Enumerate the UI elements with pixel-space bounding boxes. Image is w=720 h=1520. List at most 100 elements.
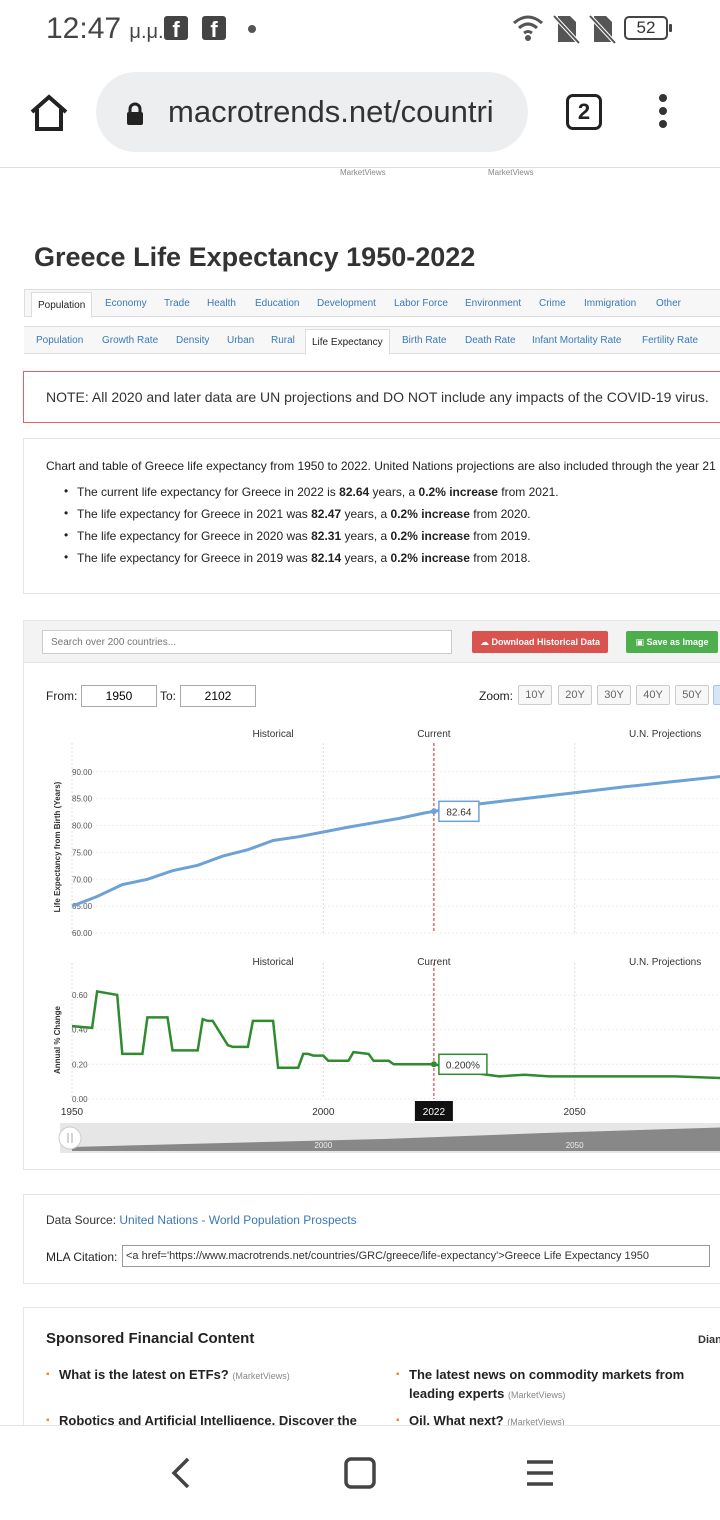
notification-dot-icon [248, 25, 256, 33]
address-bar[interactable]: macrotrends.net/countri [96, 72, 528, 152]
marketviews-label: MarketViews [340, 168, 386, 177]
current-year-label: 2022 [423, 1107, 446, 1118]
subtab-birth-rate[interactable]: Birth Rate [402, 335, 446, 346]
wpp-link[interactable]: World Population Prospects [209, 1213, 357, 1227]
sponsored-link[interactable]: The latest news on commodity markets fro… [396, 1365, 716, 1405]
overflow-menu-icon[interactable] [655, 94, 671, 134]
section-label: Historical [252, 957, 293, 968]
x-tick-label: 2050 [564, 1107, 587, 1118]
y-tick-label: 60.00 [72, 929, 93, 938]
section-label: Current [417, 729, 451, 740]
url-text: macrotrends.net/countri [168, 94, 494, 129]
sponsored-title: Sponsored Financial Content [46, 1330, 255, 1347]
mla-citation-label: MLA Citation: [46, 1250, 118, 1264]
covid-note: NOTE: All 2020 and later data are UN pro… [23, 371, 720, 423]
web-page: MarketViews MarketViews Greece Life Expe… [0, 168, 720, 1425]
y-axis-label: Life Expectancy from Birth (Years) [53, 781, 62, 912]
sponsored-link[interactable]: Robotics and Artificial Intelligence. Di… [46, 1411, 386, 1425]
browser-toolbar: macrotrends.net/countri 2 [0, 58, 720, 168]
tab-labor-force[interactable]: Labor Force [394, 298, 448, 309]
lock-icon [127, 102, 143, 125]
tab-switcher-button[interactable]: 2 [566, 94, 602, 130]
list-item: The life expectancy for Greece in 2019 w… [64, 550, 559, 573]
current-point [430, 808, 437, 815]
y-tick-label: 90.00 [72, 768, 93, 777]
facebook-icon: f [202, 16, 226, 42]
page-title: Greece Life Expectancy 1950-2022 [34, 242, 476, 272]
subtab-urban[interactable]: Urban [227, 335, 254, 346]
data-source: Data Source: United Nations - World Popu… [46, 1213, 357, 1227]
section-label: Current [417, 957, 451, 968]
subtab-fertility-rate[interactable]: Fertility Rate [642, 335, 698, 346]
facebook-icon: f [164, 16, 188, 42]
life-expectancy-line [71, 775, 720, 908]
x-tick-label: 1950 [61, 1107, 84, 1118]
sponsor-brand: Dian [698, 1334, 720, 1346]
subtab-infant-mortality-rate[interactable]: Infant Mortality Rate [532, 335, 621, 346]
mla-citation-field[interactable]: <a href='https://www.macrotrends.net/cou… [122, 1245, 710, 1267]
y-tick-label: 85.00 [72, 795, 93, 804]
summary-list: The current life expectancy for Greece i… [64, 484, 559, 573]
list-item: The current life expectancy for Greece i… [64, 484, 559, 507]
section-label: U.N. Projections [629, 957, 701, 968]
tab-crime[interactable]: Crime [539, 298, 566, 309]
list-item: The life expectancy for Greece in 2021 w… [64, 506, 559, 529]
subcategory-tabs: Population Growth Rate Density Urban Rur… [24, 326, 720, 355]
subtab-life-expectancy[interactable]: Life Expectancy [305, 329, 390, 355]
status-bar: 12:47 μ.μ. f f 52 [0, 0, 720, 58]
section-label: U.N. Projections [629, 729, 701, 740]
subtab-population[interactable]: Population [36, 335, 83, 346]
status-time: 12:47 μ.μ. [46, 12, 164, 45]
marketviews-label: MarketViews [488, 168, 534, 177]
y-tick-label: 0.20 [72, 1060, 88, 1069]
sponsored-content: Sponsored Financial Content Dian What is… [23, 1307, 720, 1425]
current-point [430, 1061, 437, 1068]
current-value-label: 82.64 [446, 807, 471, 818]
tab-economy[interactable]: Economy [105, 298, 147, 309]
tab-immigration[interactable]: Immigration [584, 298, 636, 309]
navigator-handle-left[interactable] [58, 1126, 82, 1150]
data-source-box: Data Source: United Nations - World Popu… [23, 1194, 720, 1284]
section-label: Historical [252, 729, 293, 740]
navigator-label: 2050 [566, 1141, 584, 1150]
no-sim-icon [552, 14, 580, 44]
tab-environment[interactable]: Environment [465, 298, 521, 309]
annual-change-line [71, 989, 720, 1080]
chart-panel: ☁ Download Historical Data ▣ Save as Ima… [23, 620, 720, 1170]
subtab-density[interactable]: Density [176, 335, 209, 346]
summary-intro: Chart and table of Greece life expectanc… [46, 459, 716, 473]
tab-education[interactable]: Education [255, 298, 299, 309]
tab-other[interactable]: Other [656, 298, 681, 309]
back-icon[interactable] [168, 1456, 194, 1490]
y-axis-label: Annual % Change [53, 1005, 62, 1074]
tab-development[interactable]: Development [317, 298, 376, 309]
home-nav-icon[interactable] [343, 1456, 377, 1490]
y-tick-label: 0.60 [72, 991, 88, 1000]
life-expectancy-chart[interactable]: Historical Current U.N. Projections60.0065… [24, 621, 720, 1170]
y-tick-label: 70.00 [72, 875, 93, 884]
tab-trade[interactable]: Trade [164, 298, 190, 309]
battery-icon: 52 [624, 16, 672, 40]
list-item: The life expectancy for Greece in 2020 w… [64, 528, 559, 551]
sponsored-link[interactable]: What is the latest on ETFs? (MarketViews… [46, 1365, 386, 1386]
subtab-rural[interactable]: Rural [271, 335, 295, 346]
tab-health[interactable]: Health [207, 298, 236, 309]
subtab-growth-rate[interactable]: Growth Rate [102, 335, 158, 346]
y-tick-label: 75.00 [72, 848, 93, 857]
current-value-label: 0.200% [446, 1060, 480, 1071]
subtab-death-rate[interactable]: Death Rate [465, 335, 516, 346]
un-link[interactable]: United Nations [119, 1213, 198, 1227]
wifi-icon [513, 15, 543, 41]
sponsored-link[interactable]: Oil. What next? (MarketViews) [396, 1411, 716, 1425]
no-sim-icon [588, 14, 616, 44]
home-icon[interactable] [28, 92, 70, 134]
marketviews-row: MarketViews MarketViews [0, 168, 720, 178]
navigator-label: 2000 [314, 1141, 332, 1150]
summary-box: Chart and table of Greece life expectanc… [23, 438, 720, 594]
tab-population[interactable]: Population [31, 292, 93, 318]
system-nav-bar [0, 1425, 720, 1520]
y-tick-label: 80.00 [72, 822, 93, 831]
y-tick-label: 0.00 [72, 1095, 88, 1104]
recent-apps-icon[interactable] [524, 1456, 556, 1490]
x-tick-label: 2000 [312, 1107, 335, 1118]
